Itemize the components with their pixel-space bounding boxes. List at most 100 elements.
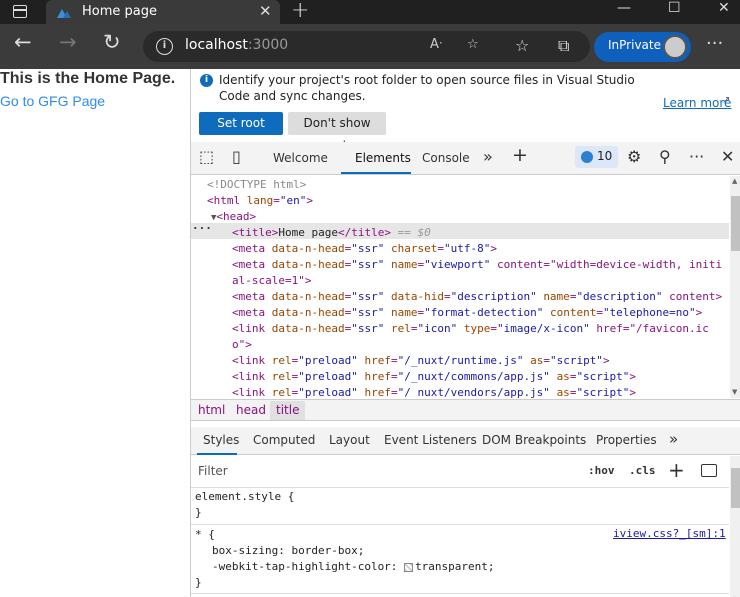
customize-icon[interactable]: ⚲ <box>659 147 671 166</box>
breadcrumb-html[interactable]: html <box>198 403 225 417</box>
forward-icon[interactable]: → <box>59 30 77 54</box>
browser-tab[interactable]: Home page ✕ <box>46 0 280 24</box>
root-folder-banner: i Identify your project's root folder to… <box>191 69 740 153</box>
page-viewport: This is the Home Page. Go to GFG Page <box>0 69 190 597</box>
workspaces-icon[interactable] <box>13 5 27 18</box>
dom-node-line[interactable]: <link rel="preload" href="/_nuxt/commons… <box>232 369 636 385</box>
inspect-element-icon[interactable]: ⬚ <box>199 147 214 166</box>
dom-node-line[interactable]: <link data-n-head="ssr" rel="icon" type=… <box>232 321 709 337</box>
breadcrumb-head[interactable]: head <box>236 403 266 417</box>
dom-node-line[interactable]: <meta data-n-head="ssr" charset="utf-8"> <box>232 241 497 257</box>
dom-node-line[interactable]: <meta data-n-head="ssr" name="viewport" … <box>232 257 722 273</box>
styles-tabbar: Styles Computed Layout Event Listeners D… <box>191 427 740 455</box>
rule-divider <box>191 593 729 594</box>
breadcrumb: html head title <box>191 399 740 421</box>
universal-close: } <box>195 576 202 589</box>
more-tabs-icon[interactable]: » <box>483 147 493 166</box>
node-actions-icon[interactable]: ··· <box>192 222 212 235</box>
browser-tab-strip: Home page ✕ + — ☐ ✕ <box>0 0 740 24</box>
scroll-down-icon[interactable]: ▼ <box>732 388 737 396</box>
issues-badge[interactable]: 10 <box>575 146 618 168</box>
elements-scrollbar[interactable]: ▲ ▼ <box>730 176 740 398</box>
more-options-icon[interactable]: ··· <box>689 147 704 166</box>
info-icon: i <box>200 74 213 87</box>
style-rules: element.style { } * { iview.css?_[sm]:1 … <box>191 489 729 597</box>
toggle-sidebar-icon[interactable] <box>701 464 717 477</box>
site-info-icon[interactable]: i <box>156 38 173 55</box>
new-style-rule-icon[interactable]: + <box>668 458 685 482</box>
element-style-close: } <box>195 506 202 519</box>
read-aloud-icon[interactable]: Aᐧ <box>430 37 442 52</box>
close-window-icon[interactable]: ✕ <box>718 0 730 16</box>
dom-node-line[interactable]: <link rel="preload" href="/_nuxt/vendors… <box>232 385 636 398</box>
dom-node-line[interactable]: <!DOCTYPE html> <box>207 177 306 193</box>
minimize-icon[interactable]: — <box>617 0 631 16</box>
avatar <box>663 35 687 59</box>
element-style-open[interactable]: element.style { <box>195 489 294 505</box>
page-heading: This is the Home Page. <box>0 70 176 87</box>
styles-scrollbar[interactable] <box>730 456 740 597</box>
hov-toggle[interactable]: :hov <box>588 464 615 477</box>
inprivate-label: InPrivate <box>608 38 661 52</box>
issues-icon <box>581 151 593 163</box>
tab-console[interactable]: Console <box>422 151 470 165</box>
address-bar-row: ← → ↻ i localhost:3000 Aᐧ ☆ ☆ ⧉ InPrivat… <box>0 24 740 69</box>
breadcrumb-title[interactable]: title <box>270 401 306 420</box>
tab-welcome[interactable]: Welcome <box>273 151 328 165</box>
new-tab-icon[interactable]: + <box>291 0 309 23</box>
scroll-thumb[interactable] <box>731 196 740 251</box>
tab-dom-breakpoints[interactable]: DOM Breakpoints <box>482 433 586 447</box>
dom-node-line[interactable]: <meta data-n-head="ssr" name="format-det… <box>232 305 702 321</box>
dom-node-line[interactable]: ▼<head> <box>211 209 256 225</box>
tab-event-listeners[interactable]: Event Listeners <box>384 433 477 447</box>
tab-computed[interactable]: Computed <box>253 433 315 447</box>
close-devtools-icon[interactable]: ✕ <box>721 147 734 166</box>
css-property-box-sizing[interactable]: box-sizing: border-box; <box>212 543 364 559</box>
refresh-icon[interactable]: ↻ <box>103 30 121 54</box>
universal-selector[interactable]: * { <box>195 527 215 543</box>
elements-tree: ··· <!DOCTYPE html> <html lang="en"> ▼<hea… <box>191 176 729 398</box>
active-styles-tab-indicator <box>197 453 237 455</box>
more-panels-icon[interactable]: » <box>669 430 678 448</box>
dom-node-line[interactable]: <html lang="en"> <box>207 193 313 209</box>
settings-gear-icon[interactable]: ⚙ <box>627 147 641 166</box>
close-tab-icon[interactable]: ✕ <box>259 2 272 20</box>
dom-node-line[interactable]: al-scale=1"> <box>232 273 311 289</box>
add-tab-icon[interactable]: + <box>512 144 528 166</box>
active-tab-indicator <box>341 172 411 174</box>
color-swatch-icon[interactable] <box>404 562 414 572</box>
dom-node-line[interactable]: <title>Home page</title> == $0 <box>232 225 431 241</box>
collections-icon[interactable]: ⧉ <box>558 36 569 56</box>
devtools-panel: i Identify your project's root folder to… <box>190 69 740 597</box>
nuxt-favicon-icon <box>57 9 71 18</box>
external-link-icon: ↗ <box>722 95 731 106</box>
scroll-up-icon[interactable]: ▲ <box>732 177 737 185</box>
tab-layout[interactable]: Layout <box>329 433 370 447</box>
tab-title: Home page <box>82 4 157 19</box>
set-root-folder-button[interactable]: Set root folder <box>199 112 283 153</box>
tab-elements[interactable]: Elements <box>355 151 411 165</box>
filter-input[interactable]: Filter <box>198 464 228 478</box>
tab-properties[interactable]: Properties <box>596 433 657 447</box>
tab-styles[interactable]: Styles <box>203 433 239 447</box>
css-property-tap-highlight[interactable]: -webkit-tap-highlight-color: transparent… <box>212 559 495 575</box>
stylesheet-source-link[interactable]: iview.css?_[sm]:1 <box>613 527 726 540</box>
dom-node-line[interactable]: <meta data-n-head="ssr" data-hid="descri… <box>232 289 722 305</box>
dom-node-line[interactable]: <link rel="preload" href="/_nuxt/runtime… <box>232 353 610 369</box>
settings-menu-icon[interactable]: ··· <box>706 33 723 54</box>
device-emulation-icon[interactable]: ▯ <box>232 147 241 166</box>
dom-node-line[interactable]: o"> <box>232 337 252 353</box>
cls-toggle[interactable]: .cls <box>629 464 656 477</box>
inprivate-button[interactable]: InPrivate <box>594 32 691 62</box>
styles-scroll-thumb[interactable] <box>731 468 740 508</box>
banner-message: Identify your project's root folder to o… <box>219 73 635 103</box>
dont-show-again-button[interactable]: Don't show again <box>288 112 386 153</box>
favorites-icon[interactable]: ☆ <box>515 36 529 55</box>
gfg-link[interactable]: Go to GFG Page <box>0 93 105 109</box>
url-text: localhost:3000 <box>185 37 289 53</box>
issues-count: 10 <box>597 149 613 163</box>
back-icon[interactable]: ← <box>14 30 32 54</box>
maximize-icon[interactable]: ☐ <box>668 0 681 16</box>
devtools-toolbar: ⬚ ▯ Welcome Elements Console » + 10 ⚙ ⚲ … <box>191 142 740 175</box>
add-favorite-icon[interactable]: ☆ <box>467 37 479 52</box>
